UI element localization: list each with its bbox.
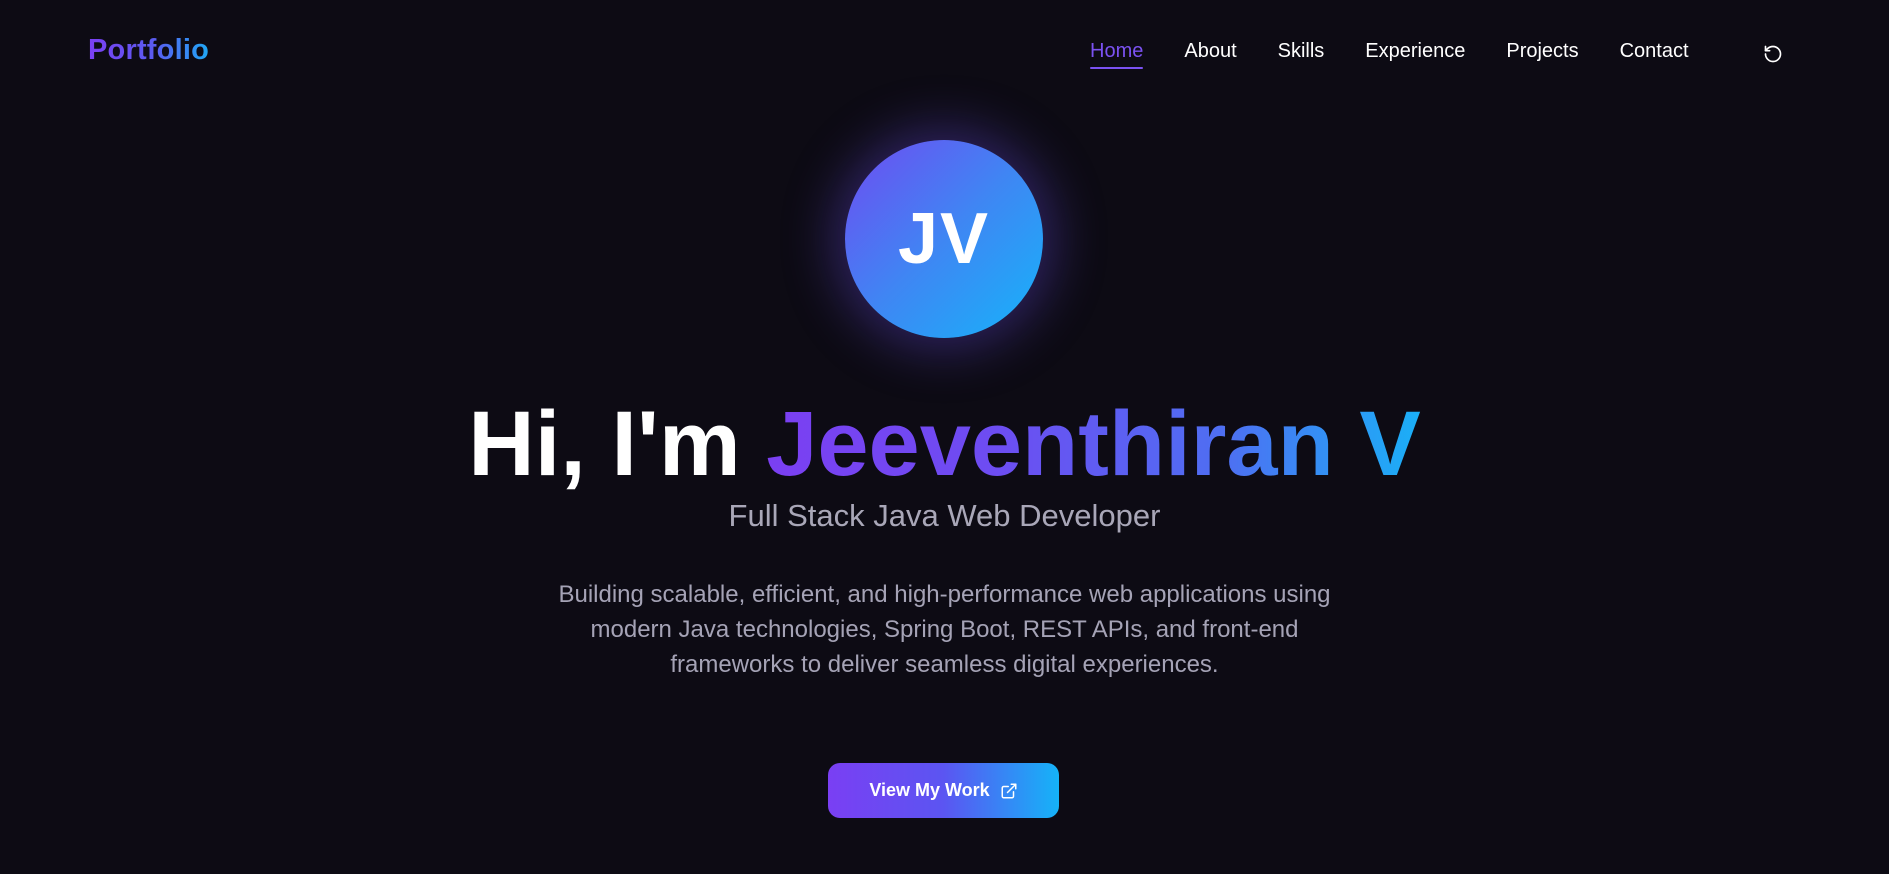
navbar: Portfolio Home About Skills Experience P… (0, 0, 1889, 106)
theme-toggle-icon (1764, 45, 1782, 63)
nav-link-contact[interactable]: Contact (1620, 40, 1689, 69)
hero-headline: Hi, I'm Jeeventhiran V (0, 392, 1889, 496)
headline-greeting: Hi, I'm (468, 393, 767, 495)
nav-links: Home About Skills Experience Projects Co… (1090, 40, 1689, 69)
theme-toggle-button[interactable] (1760, 41, 1786, 67)
hero-subtitle: Full Stack Java Web Developer (728, 498, 1161, 533)
avatar-initials: JV (897, 199, 991, 279)
hero-description: Building scalable, efficient, and high-p… (558, 581, 1331, 678)
headline-name: Jeeventhiran V (766, 393, 1421, 495)
nav-link-home[interactable]: Home (1090, 40, 1144, 69)
nav-link-skills[interactable]: Skills (1278, 40, 1325, 69)
external-link-icon (1000, 782, 1018, 800)
view-my-work-button[interactable]: View My Work (828, 763, 1059, 818)
nav-link-projects[interactable]: Projects (1506, 40, 1578, 69)
cta-label: View My Work (869, 780, 990, 800)
nav-link-experience[interactable]: Experience (1365, 40, 1465, 69)
avatar: JV (845, 140, 1043, 338)
nav-link-about[interactable]: About (1184, 40, 1236, 69)
logo[interactable]: Portfolio (88, 34, 209, 67)
